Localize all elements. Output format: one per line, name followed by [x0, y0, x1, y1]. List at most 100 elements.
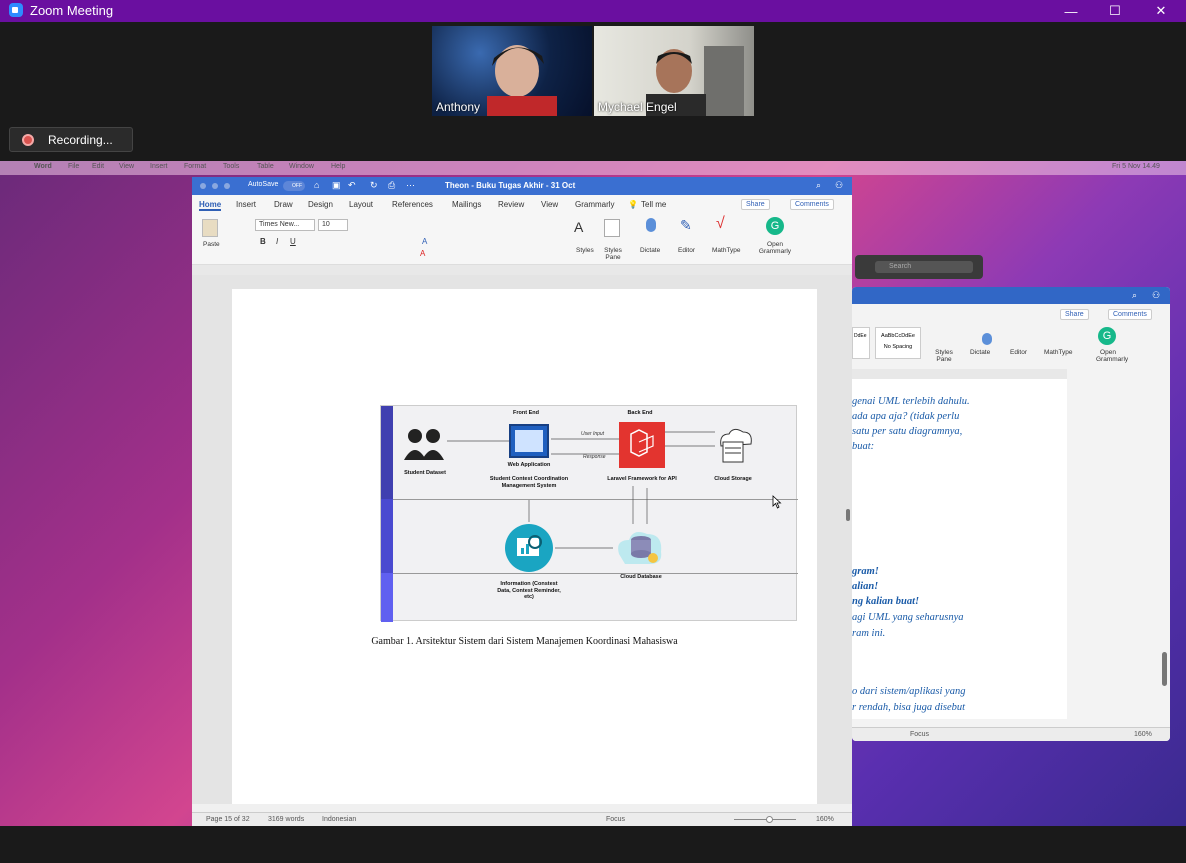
bold-button[interactable]: B: [260, 237, 266, 246]
tab-references[interactable]: References: [392, 200, 433, 209]
styles-button[interactable]: Styles: [576, 247, 594, 254]
dictate-button[interactable]: Dictate: [640, 247, 660, 254]
menu-item[interactable]: Help: [331, 163, 345, 170]
comments-button[interactable]: Comments: [1108, 309, 1152, 320]
tab-insert[interactable]: Insert: [236, 200, 256, 209]
style-gallery-item[interactable]: DdEe: [852, 327, 870, 359]
document-page[interactable]: Student Dataset Front End Back End Web A…: [232, 289, 817, 804]
menu-item[interactable]: Format: [184, 163, 206, 170]
focus-button[interactable]: Focus: [910, 731, 929, 738]
grammarly-button[interactable]: Open Grammarly: [758, 241, 792, 255]
menu-item[interactable]: Window: [289, 163, 314, 170]
menu-item[interactable]: Tools: [223, 163, 239, 170]
document-area[interactable]: Student Dataset Front End Back End Web A…: [192, 275, 852, 804]
focus-button[interactable]: Focus: [606, 816, 625, 823]
editor-icon[interactable]: ✎: [680, 217, 692, 234]
mathtype-button[interactable]: MathType: [712, 247, 741, 254]
mathtype-icon[interactable]: √: [716, 215, 725, 233]
scrollbar-thumb[interactable]: [1162, 652, 1167, 686]
ruler[interactable]: [192, 265, 852, 275]
grammarly-icon: G: [1098, 327, 1116, 345]
home-icon[interactable]: ⌂: [314, 180, 319, 190]
font-size-select[interactable]: 10: [318, 219, 348, 231]
minimize-button[interactable]: —: [1048, 0, 1094, 22]
comments-button[interactable]: Comments: [790, 199, 834, 210]
menu-item[interactable]: Insert: [150, 163, 168, 170]
scrollbar-thumb[interactable]: [846, 509, 850, 521]
menu-item[interactable]: View: [119, 163, 134, 170]
redo-icon[interactable]: ↻: [370, 180, 378, 191]
word-window-back[interactable]: ⌕ ⚇ Share Comments DdEe AaBbCcDdEe No Spa…: [852, 287, 1170, 741]
zoom-level[interactable]: 160%: [816, 816, 834, 823]
ribbon: Paste Times New... 10 B I U A A A Styles…: [192, 213, 852, 265]
zoom-slider-handle[interactable]: [766, 816, 773, 823]
tab-grammarly[interactable]: Grammarly: [575, 200, 615, 209]
underline-button[interactable]: U: [290, 237, 296, 246]
editor-button[interactable]: Editor: [1010, 349, 1027, 356]
maximize-button[interactable]: ☐: [1092, 0, 1138, 22]
label-scms: Student Contest Coordination Management …: [489, 476, 569, 489]
dictate-button[interactable]: Dictate: [970, 349, 990, 356]
menu-item[interactable]: File: [68, 163, 79, 170]
record-icon: [22, 133, 34, 146]
traffic-light-zoom[interactable]: [224, 183, 230, 189]
styles-icon[interactable]: A: [574, 219, 583, 235]
styles-pane-button[interactable]: Styles Pane: [602, 247, 624, 261]
menu-item[interactable]: Table: [257, 163, 274, 170]
traffic-light-minimize[interactable]: [212, 183, 218, 189]
tab-mailings[interactable]: Mailings: [452, 200, 481, 209]
doc-text-line: agi UML yang seharusnya: [852, 612, 964, 623]
menu-item[interactable]: Edit: [92, 163, 104, 170]
tell-me-input[interactable]: Tell me: [641, 200, 666, 209]
tab-design[interactable]: Design: [308, 200, 333, 209]
font-color-icon[interactable]: A: [420, 249, 425, 258]
search-icon[interactable]: ⌕: [816, 180, 821, 191]
autosave-toggle[interactable]: OFF: [283, 181, 305, 191]
search-icon[interactable]: ⌕: [1132, 290, 1137, 301]
grammarly-icon[interactable]: G: [766, 217, 784, 235]
video-tile-mychael[interactable]: Mychael Engel: [594, 26, 754, 116]
search-input[interactable]: Search: [875, 261, 973, 273]
styles-pane-icon[interactable]: [604, 219, 620, 237]
close-button[interactable]: ✕: [1138, 0, 1184, 22]
mic-icon: [982, 333, 992, 345]
document-page[interactable]: genai UML terlebih dahulu. ada apa aja? …: [852, 379, 1067, 719]
italic-button[interactable]: I: [276, 237, 278, 246]
ribbon-tabs: Home Insert Draw Design Layout Reference…: [192, 195, 852, 213]
figure-caption: Gambar 1. Arsitektur Sistem dari Sistem …: [371, 636, 678, 647]
style-no-spacing[interactable]: AaBbCcDdEe No Spacing: [875, 327, 921, 359]
tab-view[interactable]: View: [541, 200, 558, 209]
mathtype-button[interactable]: MathType: [1044, 349, 1073, 356]
profile-icon[interactable]: ⚇: [1152, 290, 1160, 301]
share-button[interactable]: Share: [1060, 309, 1089, 320]
tab-home[interactable]: Home: [199, 200, 222, 211]
more-icon[interactable]: ⋯: [406, 180, 415, 191]
font-name-select[interactable]: Times New...: [255, 219, 315, 231]
mic-icon[interactable]: [646, 218, 656, 232]
video-tile-anthony[interactable]: Anthony: [432, 26, 592, 116]
zoom-slider[interactable]: [734, 819, 796, 820]
tab-draw[interactable]: Draw: [274, 200, 293, 209]
word-count[interactable]: 3169 words: [268, 816, 304, 823]
paste-icon[interactable]: [202, 219, 218, 237]
grammarly-button[interactable]: Open Grammarly: [1096, 349, 1128, 363]
recording-indicator[interactable]: Recording...: [9, 127, 133, 152]
editor-button[interactable]: Editor: [678, 247, 695, 254]
tab-review[interactable]: Review: [498, 200, 524, 209]
zoom-level[interactable]: 160%: [1134, 731, 1152, 738]
undo-icon[interactable]: ↶: [348, 180, 356, 191]
profile-icon[interactable]: ⚇: [835, 180, 843, 191]
tab-layout[interactable]: Layout: [349, 200, 373, 209]
save-icon[interactable]: ▣: [332, 180, 341, 191]
doc-text-line: satu per satu diagramnya,: [852, 426, 963, 437]
page-indicator[interactable]: Page 15 of 32: [206, 816, 250, 823]
menu-item[interactable]: Word: [34, 163, 52, 170]
traffic-light-close[interactable]: [200, 183, 206, 189]
word-window-front[interactable]: AutoSave OFF ⌂ ▣ ↶ ↻ ⎙ ⋯ Theon - Buku Tu…: [192, 177, 852, 826]
paste-label: Paste: [203, 241, 220, 248]
text-effects-icon[interactable]: A: [422, 237, 427, 246]
styles-pane-button[interactable]: Styles Pane: [934, 349, 954, 363]
share-button[interactable]: Share: [741, 199, 770, 210]
language-indicator[interactable]: Indonesian: [322, 816, 356, 823]
print-icon[interactable]: ⎙: [388, 180, 395, 191]
